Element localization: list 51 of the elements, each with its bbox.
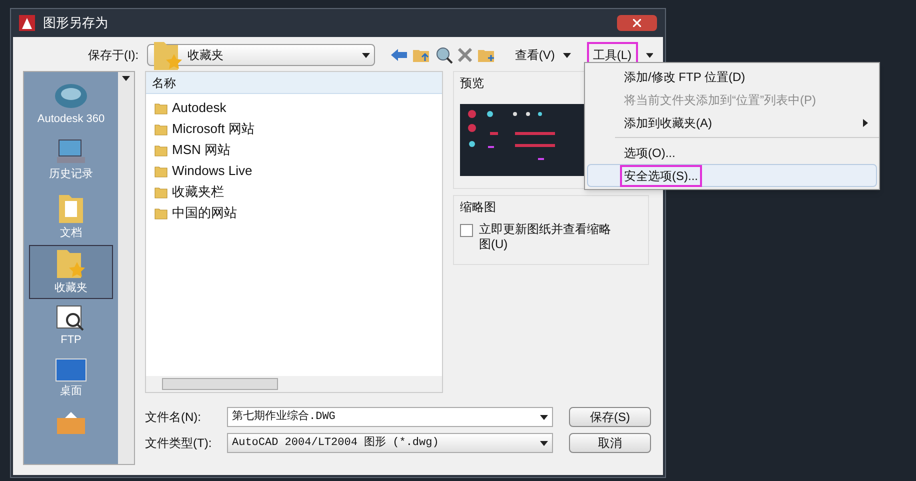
dropdown-caret-icon	[540, 414, 548, 420]
folder-icon	[55, 412, 87, 434]
folder-icon	[154, 184, 168, 198]
file-type-dropdown[interactable]: AutoCAD 2004/LT2004 图形 (*.dwg)	[227, 433, 553, 453]
folder-icon	[154, 142, 168, 156]
folder-item[interactable]: MSN 网站	[146, 139, 442, 160]
dropdown-caret-icon	[646, 52, 653, 58]
dropdown-caret-icon	[362, 52, 370, 58]
app-logo-icon	[19, 15, 35, 31]
menu-item[interactable]: 添加/修改 FTP 位置(D)	[587, 65, 877, 88]
file-type-label: 文件类型(T):	[145, 435, 213, 452]
cancel-button[interactable]: 取消	[569, 433, 651, 453]
swirl-icon	[54, 81, 88, 111]
folder-icon	[154, 122, 168, 136]
update-thumbnail-checkbox[interactable]	[460, 224, 473, 237]
folder-icon	[154, 206, 168, 220]
close-icon	[633, 19, 641, 27]
folder-icon	[154, 164, 168, 178]
folder-item[interactable]: Microsoft 网站	[146, 118, 442, 139]
save-in-label: 保存于(I):	[86, 47, 139, 64]
save-button[interactable]: 保存(S)	[569, 407, 651, 427]
horizontal-scrollbar[interactable]	[146, 376, 442, 392]
thumbnail-title: 缩略图	[460, 199, 497, 216]
search-icon[interactable]	[434, 46, 453, 64]
window-title: 图形另存为	[43, 14, 108, 32]
file-name-label: 文件名(N):	[145, 409, 202, 426]
folder-icon	[154, 100, 168, 114]
submenu-arrow-icon	[863, 118, 868, 126]
new-folder-icon[interactable]	[476, 47, 495, 63]
dropdown-caret-icon	[122, 76, 130, 81]
column-header[interactable]: 名称	[146, 72, 442, 94]
folder-up-icon[interactable]	[412, 47, 430, 63]
checkbox-label: 立即更新图纸并查看缩略图(U)	[479, 222, 612, 252]
folder-item[interactable]: Autodesk	[146, 97, 442, 118]
preview-title: 预览	[460, 76, 484, 90]
menu-item[interactable]: 选项(O)...	[587, 141, 877, 164]
menu-item[interactable]: 安全选项(S)...	[587, 164, 877, 187]
back-arrow-icon[interactable]	[390, 49, 407, 61]
dropdown-caret-icon	[540, 440, 548, 446]
place-item[interactable]: 收藏夹	[29, 245, 113, 299]
menu-item[interactable]: 添加到收藏夹(A)	[587, 111, 877, 134]
folder-item[interactable]: 收藏夹栏	[146, 181, 442, 202]
folder-item[interactable]: 中国的网站	[146, 202, 442, 223]
delete-icon[interactable]	[458, 48, 472, 62]
scrollbar[interactable]	[118, 72, 134, 464]
view-menu-button[interactable]: 查看(V)	[510, 44, 575, 66]
folder-item[interactable]: Windows Live	[146, 160, 442, 181]
file-name-field[interactable]: 第七期作业综合.DWG	[227, 407, 553, 427]
close-button[interactable]	[617, 15, 657, 31]
dropdown-caret-icon	[562, 52, 571, 58]
desktop-icon	[55, 356, 87, 383]
